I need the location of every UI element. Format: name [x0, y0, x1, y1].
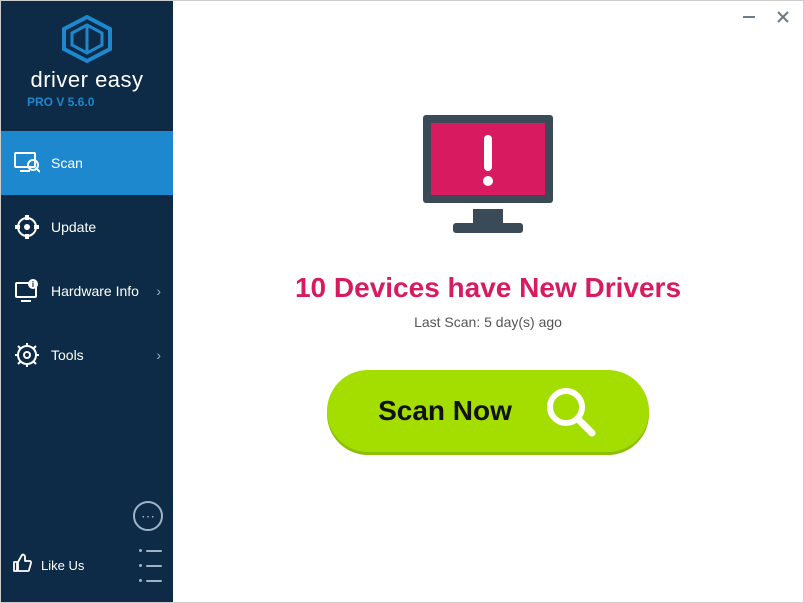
sidebar-bottom: Like Us [1, 493, 173, 602]
update-icon [13, 213, 41, 241]
hardware-icon: i [13, 277, 41, 305]
headline: 10 Devices have New Drivers [295, 272, 681, 304]
sidebar-item-label: Hardware Info [51, 283, 156, 299]
sidebar-item-label: Tools [51, 347, 156, 363]
menu-icon[interactable] [139, 543, 163, 588]
chevron-right-icon: › [156, 347, 161, 363]
titlebar [739, 7, 793, 27]
tools-icon [13, 341, 41, 369]
main-panel: 10 Devices have New Drivers Last Scan: 5… [173, 1, 803, 602]
sidebar-item-label: Scan [51, 155, 161, 171]
search-icon [542, 383, 598, 439]
scan-now-button[interactable]: Scan Now [327, 370, 649, 452]
sidebar-item-tools[interactable]: Tools › [1, 323, 173, 387]
app-logo-icon [60, 15, 114, 63]
sidebar-item-scan[interactable]: Scan [1, 131, 173, 195]
app-name: driver easy [1, 67, 173, 93]
sidebar-item-update[interactable]: Update [1, 195, 173, 259]
chevron-right-icon: › [156, 283, 161, 299]
feedback-icon[interactable] [133, 501, 163, 531]
close-button[interactable] [773, 7, 793, 27]
last-scan-text: Last Scan: 5 day(s) ago [414, 314, 562, 330]
svg-text:i: i [32, 280, 34, 289]
sidebar-item-hardware-info[interactable]: i Hardware Info › [1, 259, 173, 323]
scan-now-label: Scan Now [378, 395, 512, 427]
alert-monitor-icon [413, 109, 563, 244]
like-label[interactable]: Like Us [41, 558, 139, 573]
sidebar-nav: Scan Update i Hardware Info › Tools [1, 131, 173, 493]
sidebar-item-label: Update [51, 219, 161, 235]
scan-icon [13, 149, 41, 177]
sidebar: driver easy PRO V 5.6.0 Scan Update i [1, 1, 173, 602]
app-version: PRO V 5.6.0 [1, 95, 173, 109]
like-icon[interactable] [11, 552, 33, 579]
minimize-button[interactable] [739, 7, 759, 27]
app-window: driver easy PRO V 5.6.0 Scan Update i [0, 0, 804, 603]
logo-area: driver easy PRO V 5.6.0 [1, 1, 173, 117]
